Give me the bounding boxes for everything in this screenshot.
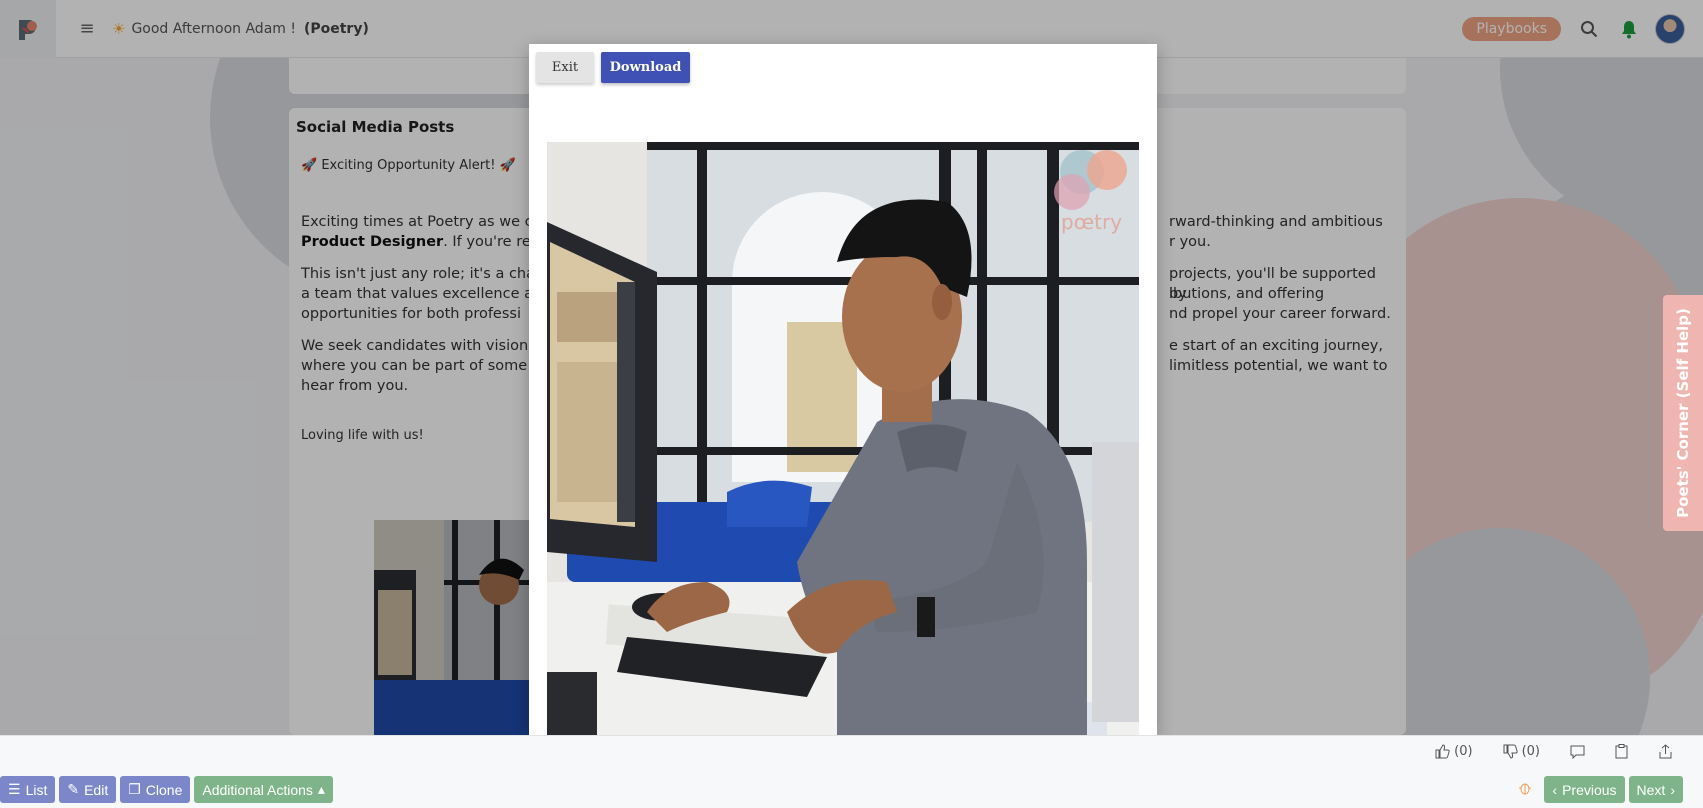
previous-button[interactable]: ‹ Previous	[1544, 776, 1625, 803]
dislike-button[interactable]: (0)	[1503, 744, 1540, 759]
thumbs-down-icon	[1503, 744, 1518, 759]
comment-icon[interactable]	[1570, 744, 1585, 759]
additional-actions-button[interactable]: Additional Actions ▴	[194, 776, 333, 803]
clipboard-icon[interactable]	[1615, 744, 1628, 759]
list-icon: ☰	[8, 781, 21, 797]
clone-button[interactable]: ❐ Clone	[120, 776, 191, 803]
chevron-right-icon: ›	[1670, 781, 1675, 798]
thumbs-up-icon	[1435, 744, 1450, 759]
dislike-count: (0)	[1521, 744, 1540, 759]
exit-button[interactable]: Exit	[536, 52, 594, 83]
download-button[interactable]: Download	[601, 52, 690, 83]
feedback-controls: (0) (0)	[1419, 744, 1673, 759]
like-count: (0)	[1454, 744, 1473, 759]
bottom-action-bar: (0) (0) ☰ List ✎ Edit ❐ Clone Additional Ac…	[0, 735, 1703, 808]
pencil-icon: ✎	[67, 781, 80, 797]
image-preview-modal: Exit Download pœtry	[529, 44, 1157, 735]
like-button[interactable]: (0)	[1435, 744, 1473, 759]
preview-image: pœtry	[547, 142, 1139, 735]
bug-report-icon[interactable]	[1518, 780, 1532, 799]
share-icon[interactable]	[1658, 744, 1673, 759]
caret-up-icon: ▴	[317, 781, 325, 797]
next-button[interactable]: Next ›	[1628, 776, 1683, 803]
list-button[interactable]: ☰ List	[0, 776, 56, 803]
edit-button[interactable]: ✎ Edit	[59, 776, 117, 803]
poets-corner-tab[interactable]: Poets' Corner (Self Help)	[1663, 295, 1703, 531]
copy-icon: ❐	[128, 781, 141, 797]
watermark-text: pœtry	[1061, 210, 1122, 234]
chevron-left-icon: ‹	[1552, 781, 1558, 798]
